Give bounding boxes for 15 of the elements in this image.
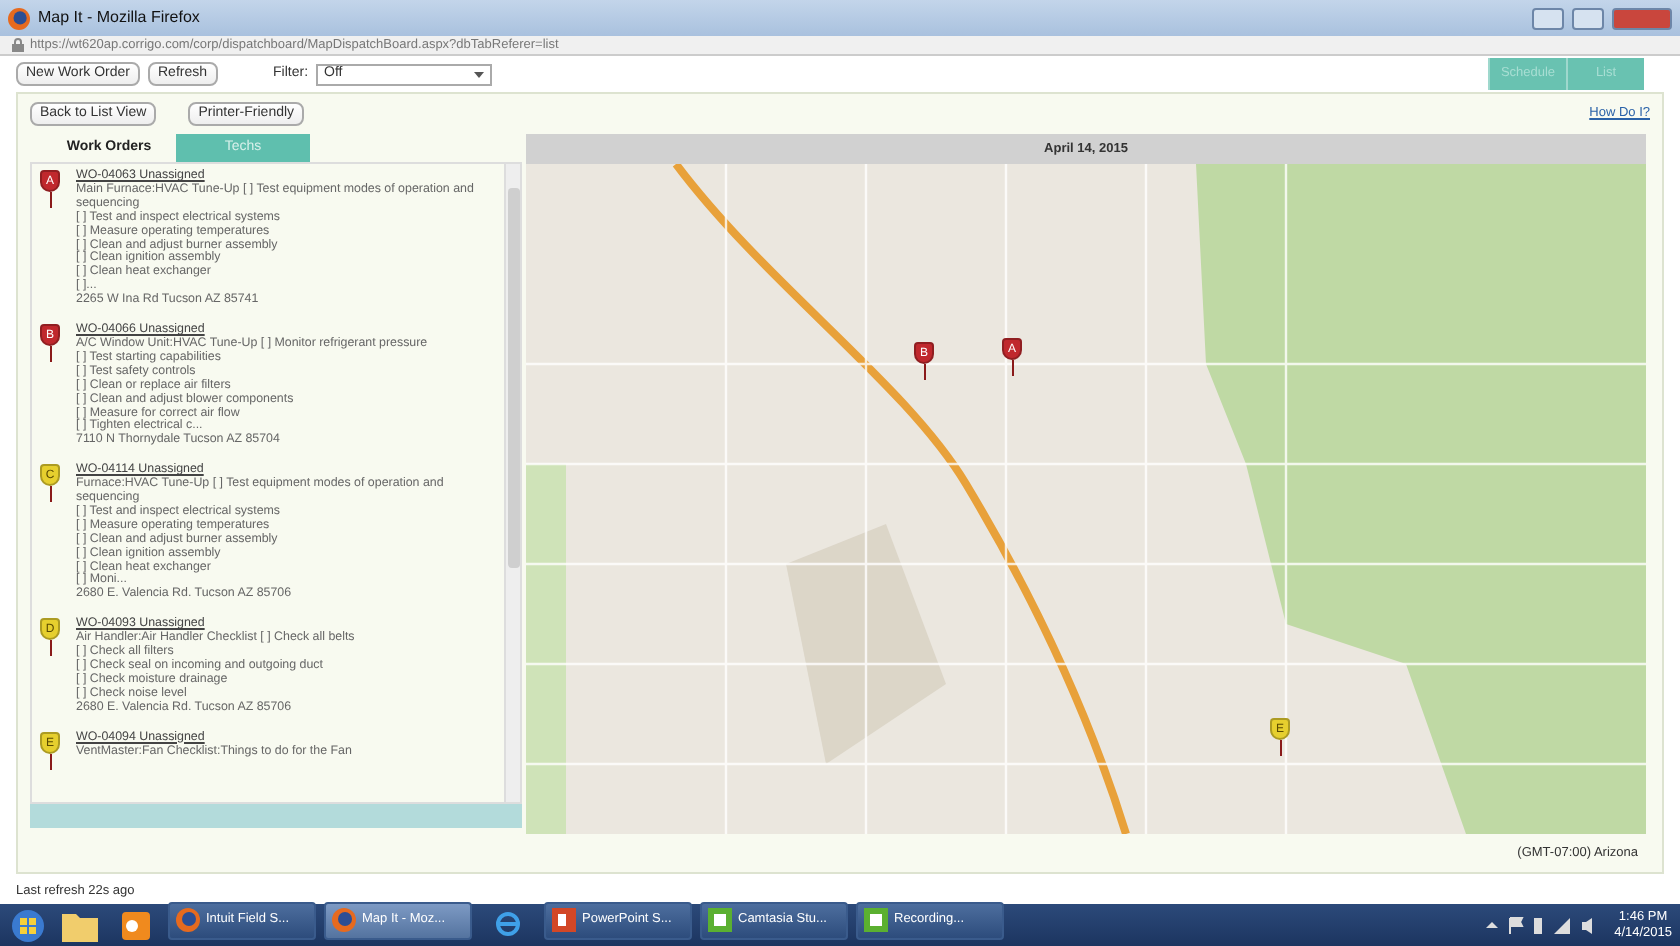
minimize-button[interactable] — [1532, 7, 1564, 29]
firefox-icon — [8, 7, 30, 29]
caret-icon — [474, 71, 485, 77]
recorder-app-icon — [708, 908, 732, 932]
maximize-button[interactable] — [1572, 7, 1604, 29]
start-button[interactable] — [8, 907, 48, 943]
folder-icon[interactable] — [56, 909, 104, 941]
close-button[interactable] — [1612, 7, 1672, 29]
browser-icon — [332, 908, 356, 932]
lock-icon — [12, 38, 24, 52]
scrollbar[interactable] — [504, 164, 520, 802]
window-title: Map It - Mozilla Firefox — [38, 6, 200, 30]
recorder-app-icon — [864, 908, 888, 932]
browser-icon — [176, 908, 200, 932]
presentation-app-icon — [552, 908, 576, 932]
